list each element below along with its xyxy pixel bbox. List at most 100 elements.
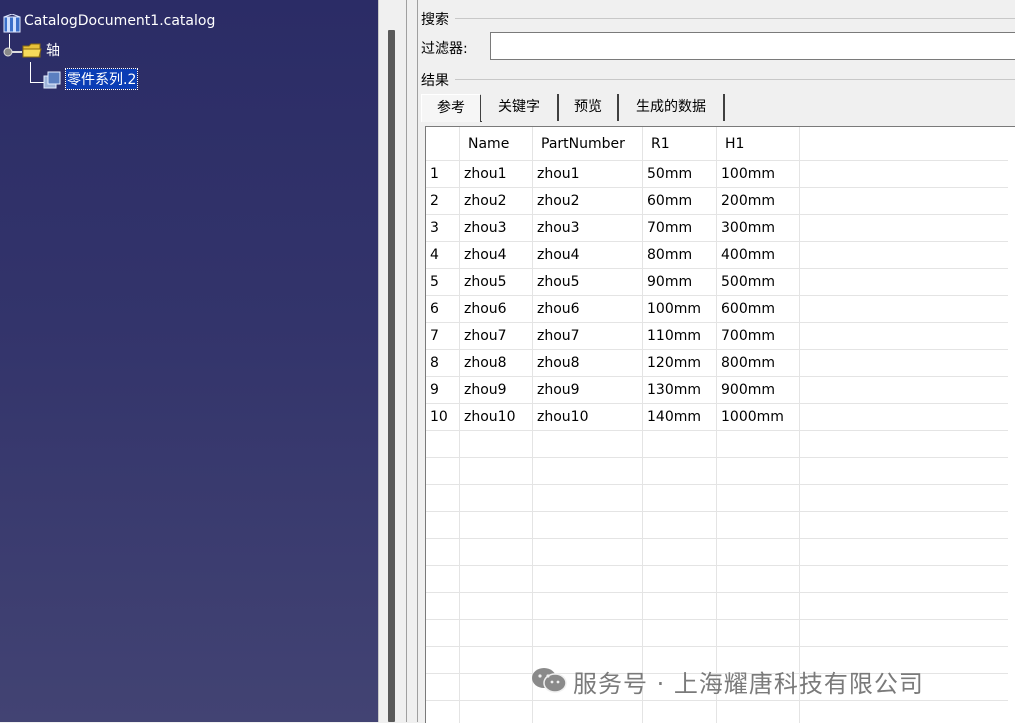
- table-cell-empty: [533, 458, 643, 485]
- table-cell-empty: [800, 188, 1009, 215]
- table-cell-empty: [460, 458, 533, 485]
- table-row[interactable]: 3zhou3zhou370mm300mm: [426, 215, 1008, 242]
- table-cell-empty: [643, 701, 717, 723]
- tree-scrollbar-thumb[interactable]: [388, 30, 395, 722]
- tab-generated-data[interactable]: 生成的数据: [619, 94, 725, 121]
- tab-reference[interactable]: 参考: [421, 94, 482, 122]
- table-cell: zhou7: [533, 323, 643, 350]
- table-row[interactable]: 7zhou7zhou7110mm700mm: [426, 323, 1008, 350]
- table-cell-empty: [800, 269, 1009, 296]
- table-cell: 60mm: [643, 188, 717, 215]
- table-row[interactable]: 2zhou2zhou260mm200mm: [426, 188, 1008, 215]
- table-cell: zhou8: [533, 350, 643, 377]
- table-body: 1zhou1zhou150mm100mm2zhou2zhou260mm200mm…: [426, 161, 1008, 723]
- table-cell-empty: [426, 701, 460, 723]
- table-row[interactable]: 9zhou9zhou9130mm900mm: [426, 377, 1008, 404]
- table-row-empty: [426, 620, 1008, 647]
- table-cell: 80mm: [643, 242, 717, 269]
- table-cell-empty: [800, 620, 1009, 647]
- tab-preview[interactable]: 预览: [559, 94, 619, 121]
- table-cell: zhou9: [533, 377, 643, 404]
- table-cell-empty: [800, 512, 1009, 539]
- table-cell-empty: [533, 620, 643, 647]
- table-cell-empty: [643, 593, 717, 620]
- table-row[interactable]: 1zhou1zhou150mm100mm: [426, 161, 1008, 188]
- table-cell: 50mm: [643, 161, 717, 188]
- table-cell: 400mm: [717, 242, 800, 269]
- table-cell: zhou4: [533, 242, 643, 269]
- table-cell-empty: [426, 458, 460, 485]
- table-cell-empty: [717, 539, 800, 566]
- table-cell-empty: [717, 431, 800, 458]
- table-header-row: Name PartNumber R1 H1: [426, 127, 1008, 161]
- column-header-r1[interactable]: R1: [643, 127, 717, 161]
- table-cell-empty: [800, 323, 1009, 350]
- filter-label: 过滤器:: [421, 38, 468, 58]
- table-cell: zhou2: [533, 188, 643, 215]
- tree-grandchild-label[interactable]: 零件系列.2: [66, 69, 137, 89]
- column-header-empty: [800, 127, 1009, 161]
- table-cell: 6: [426, 296, 460, 323]
- table-cell: 700mm: [717, 323, 800, 350]
- table-cell-empty: [426, 512, 460, 539]
- table-cell-empty: [717, 620, 800, 647]
- table-cell: 110mm: [643, 323, 717, 350]
- table-cell-empty: [643, 620, 717, 647]
- table-cell-empty: [426, 485, 460, 512]
- table-cell: 120mm: [643, 350, 717, 377]
- table-row-empty: [426, 701, 1008, 723]
- table-cell: 100mm: [717, 161, 800, 188]
- table-row-empty: [426, 431, 1008, 458]
- table-cell-empty: [800, 458, 1009, 485]
- table-cell-empty: [460, 701, 533, 723]
- table-cell-empty: [533, 512, 643, 539]
- table-cell: 10: [426, 404, 460, 431]
- tree-child-label: 轴: [46, 40, 60, 60]
- tree-scrollbar[interactable]: [378, 0, 407, 722]
- part-family-icon: [42, 70, 62, 90]
- column-header-partnumber[interactable]: PartNumber: [533, 127, 643, 161]
- table-cell-empty: [460, 539, 533, 566]
- column-header-h1[interactable]: H1: [717, 127, 800, 161]
- table-cell: zhou1: [533, 161, 643, 188]
- table-row[interactable]: 8zhou8zhou8120mm800mm: [426, 350, 1008, 377]
- table-cell: zhou9: [460, 377, 533, 404]
- wechat-icon: [530, 666, 568, 694]
- results-group-divider: [455, 79, 1015, 80]
- tree-connector: [30, 62, 31, 82]
- table-cell-empty: [460, 485, 533, 512]
- table-cell-empty: [533, 593, 643, 620]
- table-row-empty: [426, 593, 1008, 620]
- column-header-index[interactable]: [426, 127, 460, 161]
- table-cell: 9: [426, 377, 460, 404]
- results-table-frame[interactable]: Name PartNumber R1 H1 1zhou1zhou150mm100…: [425, 126, 1015, 723]
- table-cell-empty: [643, 458, 717, 485]
- table-row[interactable]: 6zhou6zhou6100mm600mm: [426, 296, 1008, 323]
- specification-tree-panel[interactable]: CatalogDocument1.catalog 轴 零件系列.2: [0, 0, 378, 722]
- table-cell: 2: [426, 188, 460, 215]
- table-cell: 800mm: [717, 350, 800, 377]
- table-cell-empty: [533, 701, 643, 723]
- table-cell: 1: [426, 161, 460, 188]
- results-group-title: 结果: [421, 70, 449, 90]
- table-cell: zhou7: [460, 323, 533, 350]
- table-row[interactable]: 10zhou10zhou10140mm1000mm: [426, 404, 1008, 431]
- filter-input[interactable]: [490, 32, 1015, 60]
- table-cell: 4: [426, 242, 460, 269]
- table-cell: 8: [426, 350, 460, 377]
- table-cell: 500mm: [717, 269, 800, 296]
- table-cell: 140mm: [643, 404, 717, 431]
- table-cell: 5: [426, 269, 460, 296]
- table-row[interactable]: 5zhou5zhou590mm500mm: [426, 269, 1008, 296]
- table-row[interactable]: 4zhou4zhou480mm400mm: [426, 242, 1008, 269]
- table-cell-empty: [717, 512, 800, 539]
- table-cell-empty: [460, 647, 533, 674]
- table-cell: zhou5: [533, 269, 643, 296]
- table-row-empty: [426, 458, 1008, 485]
- table-cell: 600mm: [717, 296, 800, 323]
- column-header-name[interactable]: Name: [460, 127, 533, 161]
- table-cell-empty: [426, 566, 460, 593]
- tab-keywords[interactable]: 关键字: [481, 94, 559, 121]
- table-cell-empty: [800, 539, 1009, 566]
- table-cell-empty: [643, 512, 717, 539]
